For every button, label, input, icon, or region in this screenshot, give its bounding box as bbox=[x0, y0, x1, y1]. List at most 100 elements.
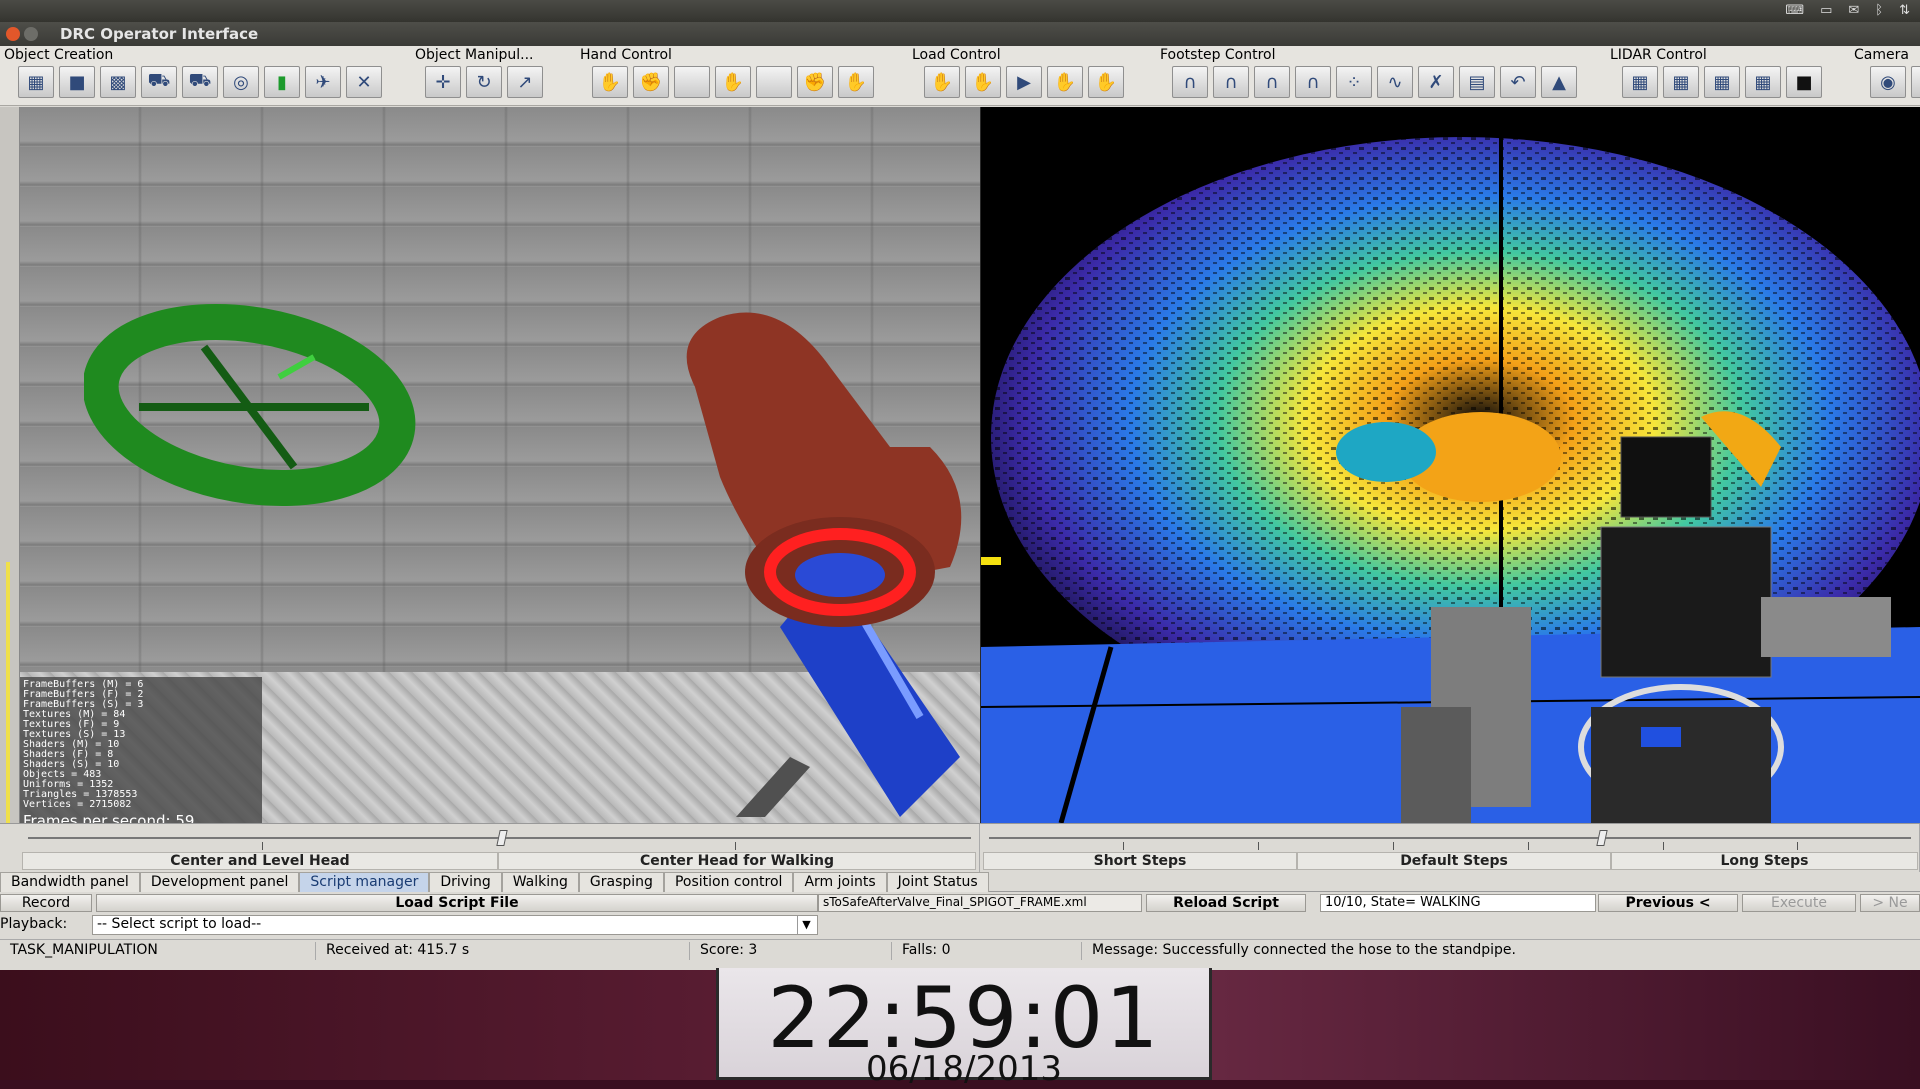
footstep-path-icon[interactable]: ∿ bbox=[1377, 66, 1413, 98]
short-steps-button[interactable]: Short Steps bbox=[983, 852, 1297, 870]
mail-icon[interactable]: ✉ bbox=[1848, 3, 1859, 18]
default-steps-button[interactable]: Default Steps bbox=[1297, 852, 1611, 870]
snap-icon[interactable]: ▤ bbox=[1459, 66, 1495, 98]
toolbar-group-title: Hand Control bbox=[580, 47, 672, 63]
footstep2-icon[interactable]: ∩ bbox=[1213, 66, 1249, 98]
clock-overlay: 22:59:01 06/18/2013 bbox=[716, 968, 1212, 1086]
chevron-down-icon[interactable]: ▼ bbox=[797, 916, 815, 934]
standpipe-icon[interactable]: ▮ bbox=[264, 66, 300, 98]
tab-script-manager[interactable]: Script manager bbox=[299, 872, 430, 892]
home-hand-icon[interactable]: ✋ bbox=[715, 66, 751, 98]
lidar-clear-icon[interactable]: ▦ bbox=[1663, 66, 1699, 98]
tab-arm-joints[interactable]: Arm joints bbox=[793, 872, 887, 892]
step-size-slider[interactable]: Short Steps Default Steps Long Steps bbox=[981, 824, 1920, 872]
tab-joint-status[interactable]: Joint Status bbox=[886, 872, 989, 892]
views-area: FrameBuffers (M) = 6 FrameBuffers (F) = 2… bbox=[0, 107, 1920, 823]
footstep-icon[interactable]: ∩ bbox=[1172, 66, 1208, 98]
ladder-icon[interactable]: ✕ bbox=[346, 66, 382, 98]
toolbar: Object Creation ▦ ■ ▩ ⛟ ⛟ ◎ ▮ ✈ ✕ Object Manipul..… bbox=[0, 46, 1920, 106]
tab-development-panel[interactable]: Development panel bbox=[139, 872, 300, 892]
toolbar-group-title: LIDAR Control bbox=[1610, 47, 1707, 63]
step-slider-thumb[interactable] bbox=[1596, 830, 1608, 846]
tab-driving[interactable]: Driving bbox=[429, 872, 502, 892]
load-script-file-button[interactable]: Load Script File bbox=[96, 894, 818, 912]
message-status: Message: Successfully connected the hose… bbox=[1092, 942, 1516, 958]
reload-script-button[interactable]: Reload Script bbox=[1146, 894, 1306, 912]
left-strip bbox=[0, 107, 20, 823]
lidar-enable-icon[interactable]: ▦ bbox=[1704, 66, 1740, 98]
tab-grasping[interactable]: Grasping bbox=[578, 872, 664, 892]
hand-blank-icon[interactable] bbox=[674, 66, 710, 98]
close-window-button[interactable] bbox=[6, 27, 20, 41]
hand-blank2-icon[interactable] bbox=[756, 66, 792, 98]
system-tray: ⌨ ▭ ✉ ᛒ ⇅ bbox=[1785, 3, 1910, 18]
camera-icon[interactable]: ▣ bbox=[1911, 66, 1920, 98]
place-hand2-icon[interactable]: ✋ bbox=[838, 66, 874, 98]
received-status: Received at: 415.7 s bbox=[316, 942, 690, 960]
center-head-walking-button[interactable]: Center Head for Walking bbox=[498, 852, 976, 870]
close-hand2-icon[interactable]: ✊ bbox=[797, 66, 833, 98]
load3-icon[interactable]: ✋ bbox=[1047, 66, 1083, 98]
footstep4-icon[interactable]: ∩ bbox=[1295, 66, 1331, 98]
script-state-field: 10/10, State= WALKING bbox=[1320, 894, 1596, 912]
load2-icon[interactable]: ✋ bbox=[965, 66, 1001, 98]
status-bar: TASK_MANIPULATION Received at: 415.7 s S… bbox=[0, 939, 1920, 961]
bluetooth-icon[interactable]: ᛒ bbox=[1875, 3, 1883, 18]
keyboard-icon[interactable]: ⌨ bbox=[1785, 3, 1804, 18]
center-level-head-button[interactable]: Center and Level Head bbox=[22, 852, 498, 870]
cube-icon[interactable]: ■ bbox=[59, 66, 95, 98]
head-step-sliders: Center and Level Head Center Head for Wa… bbox=[0, 823, 1920, 872]
head-slider-thumb[interactable] bbox=[496, 830, 508, 846]
footstep3-icon[interactable]: ∩ bbox=[1254, 66, 1290, 98]
place-hand-icon[interactable]: ✋ bbox=[592, 66, 628, 98]
step-icon[interactable]: ▲ bbox=[1541, 66, 1577, 98]
load4-icon[interactable]: ✋ bbox=[1088, 66, 1124, 98]
update-vehicle-icon[interactable]: ⛟ bbox=[182, 66, 218, 98]
toolbar-group-title: Object Manipul... bbox=[415, 47, 534, 63]
battery-icon[interactable]: ▭ bbox=[1820, 3, 1832, 18]
valve-model[interactable] bbox=[84, 297, 444, 527]
operator-app: Object Creation ▦ ■ ▩ ⛟ ⛟ ◎ ▮ ✈ ✕ Object Manipul..… bbox=[0, 46, 1920, 970]
tab-walking[interactable]: Walking bbox=[501, 872, 579, 892]
tab-position-control[interactable]: Position control bbox=[663, 872, 794, 892]
lidar-icon[interactable]: ▦ bbox=[1622, 66, 1658, 98]
rotate-icon[interactable]: ↻ bbox=[466, 66, 502, 98]
lidar-dark-icon[interactable]: ■ bbox=[1786, 66, 1822, 98]
camera-view[interactable]: FrameBuffers (M) = 6 FrameBuffers (F) = 2… bbox=[20, 107, 980, 823]
network-icon[interactable]: ⇅ bbox=[1899, 3, 1910, 18]
close-hand-icon[interactable]: ✊ bbox=[633, 66, 669, 98]
execute-button[interactable]: Execute bbox=[1742, 894, 1856, 912]
next-button[interactable]: > Ne bbox=[1860, 894, 1920, 912]
vehicle-icon[interactable]: ⛟ bbox=[141, 66, 177, 98]
head-slider[interactable]: Center and Level Head Center Head for Wa… bbox=[20, 824, 980, 872]
script-manager-panel: Record Load Script File sToSafeAfterValv… bbox=[0, 892, 1920, 938]
valve-icon[interactable]: ◎ bbox=[223, 66, 259, 98]
window-titlebar: DRC Operator Interface bbox=[0, 22, 1920, 46]
footstep-grid-icon[interactable]: ⁘ bbox=[1336, 66, 1372, 98]
tab-bandwidth-panel[interactable]: Bandwidth panel bbox=[0, 872, 140, 892]
falls-status: Falls: 0 bbox=[892, 942, 1082, 960]
record-button[interactable]: Record bbox=[0, 894, 92, 912]
playback-label: Playback: bbox=[0, 916, 68, 932]
toolbar-group-title: Load Control bbox=[912, 47, 1001, 63]
align-icon[interactable]: ↗ bbox=[507, 66, 543, 98]
cursor-icon[interactable]: ✛ bbox=[425, 66, 461, 98]
previous-button[interactable]: Previous < bbox=[1598, 894, 1738, 912]
toolbar-group-title: Footstep Control bbox=[1160, 47, 1276, 63]
clock-time: 22:59:01 bbox=[767, 969, 1161, 1067]
object-icon[interactable]: ▦ bbox=[18, 66, 54, 98]
long-steps-button[interactable]: Long Steps bbox=[1611, 852, 1918, 870]
load-icon[interactable]: ✋ bbox=[924, 66, 960, 98]
run-load-icon[interactable]: ▶ bbox=[1006, 66, 1042, 98]
minimize-window-button[interactable] bbox=[24, 27, 38, 41]
os-top-panel: ⌨ ▭ ✉ ᛒ ⇅ bbox=[0, 0, 1920, 22]
script-select[interactable]: -- Select script to load-- ▼ bbox=[92, 915, 818, 935]
turn-icon[interactable]: ↶ bbox=[1500, 66, 1536, 98]
drill-icon[interactable]: ✈ bbox=[305, 66, 341, 98]
grid-icon[interactable]: ▩ bbox=[100, 66, 136, 98]
spigot-model[interactable] bbox=[660, 297, 980, 817]
eye-icon[interactable]: ◉ bbox=[1870, 66, 1906, 98]
footstep-cancel-icon[interactable]: ✗ bbox=[1418, 66, 1454, 98]
lidar-enable2-icon[interactable]: ▦ bbox=[1745, 66, 1781, 98]
lidar-3d-view[interactable] bbox=[981, 107, 1920, 823]
